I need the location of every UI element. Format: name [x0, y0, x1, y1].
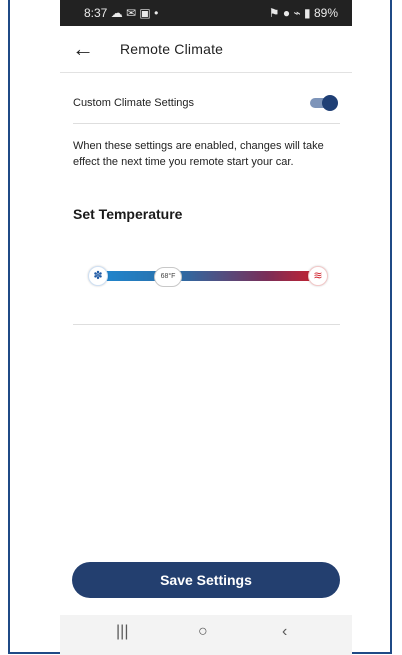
status-time: 8:37: [84, 6, 108, 20]
custom-climate-toggle[interactable]: [310, 95, 338, 111]
battery-level: 89%: [313, 6, 338, 20]
settings-description: When these settings are enabled, changes…: [73, 140, 324, 168]
set-temperature-heading: Set Temperature: [73, 206, 183, 222]
custom-climate-label: Custom Climate Settings: [73, 97, 195, 109]
back-arrow-icon[interactable]: ←: [72, 36, 94, 62]
back-icon[interactable]: ‹: [282, 623, 287, 641]
status-right-icons: ⚑ ● ⌁ ▮: [268, 6, 311, 20]
page-title: Remote Climate: [120, 41, 224, 57]
save-settings-button[interactable]: Save Settings: [72, 562, 340, 598]
home-icon[interactable]: ○: [198, 623, 208, 641]
status-bar: 8:37 ☁ ✉ ▣ • ⚑ ● ⌁ ▮ 89%: [60, 0, 352, 26]
recent-apps-icon[interactable]: |||: [116, 623, 128, 641]
toggle-thumb: [322, 95, 338, 111]
app-bar: ← Remote Climate: [60, 26, 352, 73]
temperature-slider-handle[interactable]: 68°F: [154, 267, 182, 287]
divider: [73, 324, 340, 325]
custom-climate-row[interactable]: Custom Climate Settings: [73, 95, 340, 124]
status-left-icons: ☁ ✉ ▣ •: [110, 6, 159, 20]
temperature-gradient-bar[interactable]: [98, 271, 323, 281]
temperature-slider[interactable]: ✽ ≋ 68°F: [88, 266, 328, 287]
heat-icon: ≋: [308, 266, 328, 286]
system-nav-bar: ||| ○ ‹: [60, 615, 352, 655]
snowflake-icon: ✽: [88, 266, 108, 286]
